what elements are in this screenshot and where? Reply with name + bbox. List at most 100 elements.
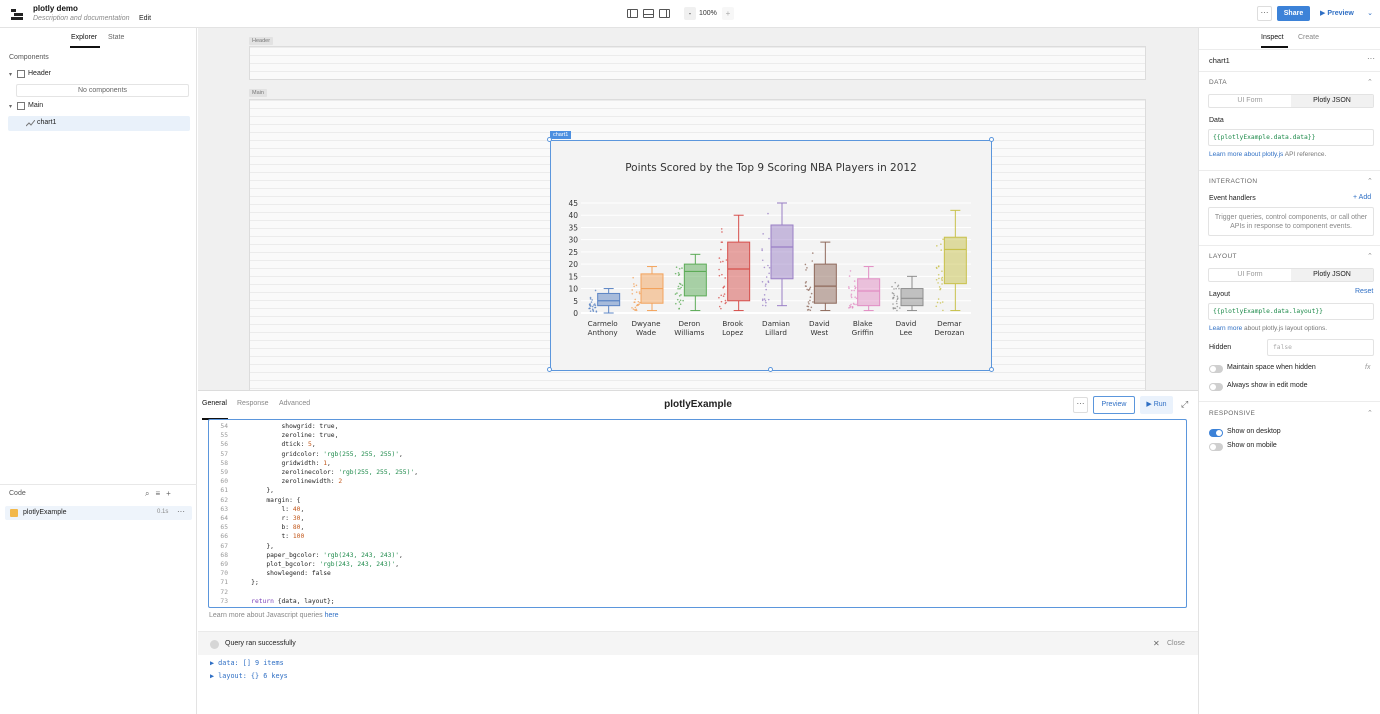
query-more-button[interactable]: ···: [1073, 397, 1088, 413]
code-line[interactable]: 64 r: 30,: [209, 514, 304, 523]
layout-docs-link[interactable]: Learn more: [1209, 325, 1242, 332]
show-desktop-toggle[interactable]: [1209, 429, 1223, 437]
x-tick-label: Dwyane: [631, 319, 661, 328]
x-tick-label: Lillard: [765, 328, 787, 337]
fx-icon[interactable]: fx: [1365, 364, 1370, 371]
code-line[interactable]: 65 b: 80,: [209, 523, 304, 532]
code-line[interactable]: 69 plot_bgcolor: 'rgb(243, 243, 243)',: [209, 560, 399, 569]
zoom-in-button[interactable]: +: [722, 7, 734, 20]
code-line[interactable]: 60 zerolinewidth: 2: [209, 477, 342, 486]
query-more-button[interactable]: ···: [177, 507, 185, 516]
code-line[interactable]: 63 l: 40,: [209, 505, 304, 514]
tree-item-chart1[interactable]: chart1: [8, 116, 190, 131]
run-button[interactable]: ▶ Run: [1140, 396, 1173, 414]
chart1-component[interactable]: Points Scored by the Top 9 Scoring NBA P…: [550, 140, 992, 371]
data-field[interactable]: {{plotlyExample.data.data}}: [1208, 129, 1374, 146]
data-point: [937, 273, 940, 276]
code-line[interactable]: 68 paper_bgcolor: 'rgb(243, 243, 243)',: [209, 551, 402, 560]
tab-state[interactable]: State: [108, 34, 124, 41]
tree-item-main[interactable]: ▾ Main: [0, 100, 197, 114]
code-line[interactable]: 66 t: 100: [209, 532, 304, 541]
query-item-plotlyexample[interactable]: plotlyExample 0.1s ···: [5, 506, 192, 520]
layout-section-heading[interactable]: LAYOUT: [1209, 253, 1237, 260]
code-line[interactable]: 58 gridwidth: 1,: [209, 459, 330, 468]
code-line[interactable]: 56 dtick: 5,: [209, 440, 315, 449]
toggle-bottom-panel-icon[interactable]: [643, 9, 654, 18]
search-icon[interactable]: ⌕: [145, 489, 155, 498]
code-line[interactable]: 67 },: [209, 542, 274, 551]
component-more-button[interactable]: ···: [1367, 54, 1375, 63]
ui-form-option[interactable]: UI Form: [1209, 95, 1291, 107]
learn-more-link[interactable]: here: [325, 612, 339, 619]
maintain-space-toggle[interactable]: [1209, 365, 1223, 373]
interaction-section-heading[interactable]: INTERACTION: [1209, 178, 1257, 185]
hidden-field[interactable]: false: [1267, 339, 1374, 356]
resize-handle[interactable]: [768, 367, 773, 372]
chevron-up-icon[interactable]: ⌃: [1367, 177, 1373, 185]
app-description[interactable]: Description and documentation: [33, 15, 130, 22]
tree-item-header[interactable]: ▾ Header: [0, 68, 197, 82]
header-frame[interactable]: [249, 46, 1146, 80]
tab-create[interactable]: Create: [1298, 34, 1319, 41]
resize-handle[interactable]: [547, 137, 552, 142]
add-icon[interactable]: +: [166, 489, 177, 498]
expand-icon[interactable]: ⤢: [1181, 399, 1188, 410]
code-line[interactable]: 62 margin: {: [209, 496, 300, 505]
data-point: [634, 306, 637, 309]
ui-form-option[interactable]: UI Form: [1209, 269, 1291, 281]
box-plot-chart[interactable]: Points Scored by the Top 9 Scoring NBA P…: [551, 141, 991, 370]
filter-icon[interactable]: ≡: [155, 489, 166, 498]
close-button[interactable]: Close: [1167, 640, 1185, 647]
close-icon[interactable]: ✕: [1153, 639, 1160, 648]
app-logo-icon[interactable]: [10, 7, 24, 21]
responsive-section-heading[interactable]: RESPONSIVE: [1209, 410, 1255, 417]
code-line[interactable]: 72: [209, 588, 236, 597]
resize-handle[interactable]: [989, 367, 994, 372]
tab-inspect[interactable]: Inspect: [1261, 34, 1284, 41]
data-section-heading[interactable]: DATA: [1209, 79, 1227, 86]
resize-handle[interactable]: [989, 137, 994, 142]
layout-field[interactable]: {{plotlyExample.data.layout}}: [1208, 303, 1374, 320]
code-line[interactable]: 57 gridcolor: 'rgb(255, 255, 255)',: [209, 450, 402, 459]
query-title[interactable]: plotlyExample: [198, 399, 1198, 410]
chevron-up-icon[interactable]: ⌃: [1367, 409, 1373, 417]
plotly-json-option[interactable]: Plotly JSON: [1291, 269, 1373, 281]
chevron-up-icon[interactable]: ⌃: [1367, 252, 1373, 260]
toggle-right-panel-icon[interactable]: [659, 9, 670, 18]
preview-button[interactable]: ▶ Preview: [1315, 6, 1362, 21]
zoom-out-button[interactable]: -: [684, 7, 696, 20]
code-line[interactable]: 55 zeroline: true,: [209, 431, 338, 440]
show-mobile-toggle[interactable]: [1209, 443, 1223, 451]
code-line[interactable]: 71 };: [209, 578, 258, 587]
always-show-toggle[interactable]: [1209, 383, 1223, 391]
toggle-left-panel-icon[interactable]: [627, 9, 638, 18]
inspected-component-name[interactable]: chart1: [1209, 56, 1230, 65]
resize-handle[interactable]: [547, 367, 552, 372]
data-mode-toggle[interactable]: UI Form Plotly JSON: [1208, 94, 1374, 108]
result-data-toggle[interactable]: ▶ data: [] 9 items: [210, 659, 284, 667]
share-button[interactable]: Share: [1277, 6, 1310, 21]
chevron-up-icon[interactable]: ⌃: [1367, 78, 1373, 86]
code-line[interactable]: 54 showgrid: true,: [209, 422, 338, 431]
code-line[interactable]: 59 zerolinecolor: 'rgb(255, 255, 255)',: [209, 468, 418, 477]
add-event-handler-button[interactable]: + Add: [1353, 194, 1371, 201]
plotly-docs-link[interactable]: Learn more about plotly.js: [1209, 151, 1283, 158]
layout-mode-toggle[interactable]: UI Form Plotly JSON: [1208, 268, 1374, 282]
plotly-json-option[interactable]: Plotly JSON: [1291, 95, 1373, 107]
caret-down-icon[interactable]: ▾: [9, 71, 12, 78]
code-line[interactable]: 70 showlegend: false: [209, 569, 330, 578]
code-line[interactable]: 61 },: [209, 486, 274, 495]
more-menu-button[interactable]: ···: [1257, 6, 1272, 21]
data-point: [762, 233, 764, 235]
caret-down-icon[interactable]: ▾: [9, 103, 12, 110]
result-layout-toggle[interactable]: ▶ layout: {} 6 keys: [210, 672, 288, 680]
code-line[interactable]: 73 return {data, layout};: [209, 597, 334, 606]
tab-explorer[interactable]: Explorer: [71, 34, 97, 41]
app-title[interactable]: plotly demo: [33, 4, 78, 13]
reset-layout-button[interactable]: Reset: [1355, 288, 1373, 295]
code-editor[interactable]: 54 showgrid: true, 55 zeroline: true, 56 d…: [208, 419, 1187, 608]
edit-description-link[interactable]: Edit: [139, 15, 151, 22]
data-point: [594, 289, 597, 292]
preview-chevron-down-icon[interactable]: ⌄: [1364, 6, 1376, 21]
query-preview-button[interactable]: Preview: [1093, 396, 1135, 414]
